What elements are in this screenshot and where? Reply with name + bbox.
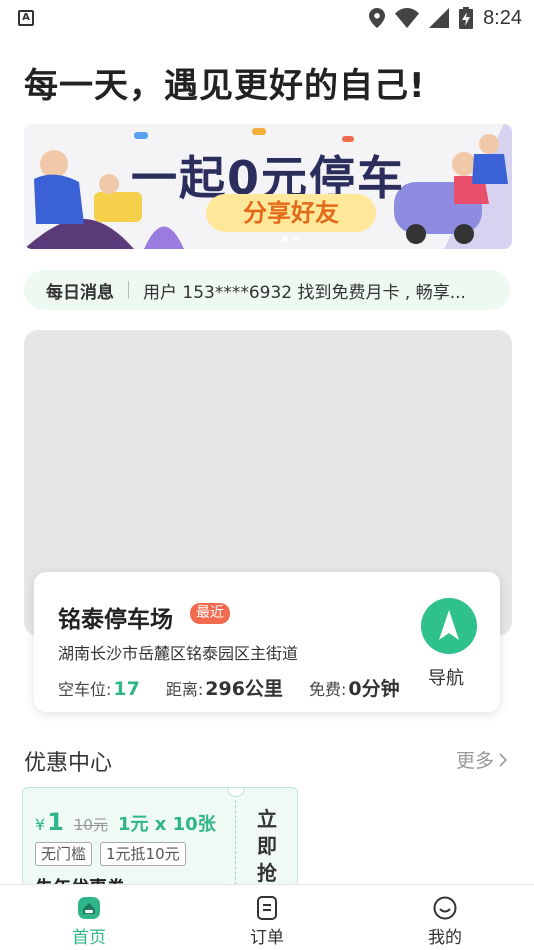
grab-coupon-button[interactable]: 立即抢 bbox=[257, 806, 277, 887]
parking-stats: 空车位: 17 距离: 296公里 免费: 0分钟 bbox=[58, 674, 426, 701]
coupon-tag: 1元抵10元 bbox=[100, 842, 186, 866]
daily-message-bar[interactable]: 每日消息 用户 153****6932 找到免费月卡 , 畅享... bbox=[24, 270, 510, 310]
banner-pagination bbox=[282, 236, 299, 242]
nearest-badge: 最近 bbox=[190, 603, 230, 624]
distance-label: 距离: bbox=[165, 680, 204, 699]
app-notification-icon: A bbox=[18, 10, 34, 26]
navigate-label[interactable]: 导航 bbox=[428, 664, 464, 690]
clock: 8:24 bbox=[483, 6, 522, 29]
more-link[interactable]: 更多 bbox=[456, 746, 508, 773]
tab-orders[interactable]: 订单 bbox=[178, 885, 356, 950]
coupon-card[interactable]: ¥ 1 10元 1元 x 10张 无门槛 1元抵10元 失年优惠券 立即抢 bbox=[22, 787, 298, 897]
coupon-divider bbox=[235, 800, 236, 896]
daily-message-label: 每日消息 bbox=[46, 282, 114, 303]
coupon-notch bbox=[227, 788, 245, 797]
banner-dot-active bbox=[282, 236, 288, 242]
app-screen: A 8:24 每一天，遇见更好的自己! 一起0元停车 分享好友 每日消息 用户 … bbox=[0, 0, 534, 950]
bottom-navigation: 首页 订单 我的 bbox=[0, 884, 534, 950]
coupon-original-price: 10元 bbox=[73, 816, 108, 834]
tab-profile[interactable]: 我的 bbox=[356, 885, 534, 950]
free-time-label: 免费: bbox=[308, 680, 347, 699]
parking-lot-card[interactable]: 铭泰停车场 最近 湖南长沙市岳麓区铭泰园区主街道 空车位: 17 距离: 296… bbox=[34, 572, 500, 712]
page-title: 每一天，遇见更好的自己! bbox=[24, 66, 426, 106]
tab-home-label: 首页 bbox=[72, 928, 106, 948]
coupon-tag: 无门槛 bbox=[35, 842, 93, 866]
banner-subtitle: 分享好友 bbox=[206, 194, 376, 232]
free-time-value: 0分钟 bbox=[348, 678, 400, 700]
coupon-tags: 无门槛 1元抵10元 bbox=[35, 842, 186, 866]
more-label: 更多 bbox=[455, 750, 494, 772]
navigation-arrow-icon bbox=[439, 610, 459, 640]
promo-banner[interactable]: 一起0元停车 分享好友 bbox=[24, 124, 512, 249]
location-icon bbox=[369, 8, 386, 28]
status-icons: 8:24 bbox=[369, 6, 522, 30]
coupon-price-value: 1 bbox=[47, 808, 64, 836]
chevron-right-icon bbox=[499, 752, 508, 767]
yen-symbol: ¥ bbox=[35, 815, 46, 834]
spaces-value: 17 bbox=[113, 678, 140, 700]
status-bar: A 8:24 bbox=[0, 0, 534, 36]
navigate-button[interactable] bbox=[421, 598, 477, 654]
spaces-label: 空车位: bbox=[58, 680, 112, 699]
order-icon bbox=[257, 896, 277, 920]
coupon-description: 1元 x 10张 bbox=[117, 814, 216, 835]
profile-icon bbox=[433, 896, 457, 920]
signal-icon bbox=[429, 8, 450, 28]
tab-profile-label: 我的 bbox=[428, 928, 462, 948]
coupon-price: ¥ 1 10元 1元 x 10张 bbox=[35, 808, 216, 836]
tab-orders-label: 订单 bbox=[250, 928, 284, 948]
parking-lot-address: 湖南长沙市岳麓区铭泰园区主街道 bbox=[58, 644, 299, 663]
distance-value: 296公里 bbox=[205, 678, 283, 700]
banner-dot bbox=[293, 236, 299, 242]
daily-message-text: 用户 153****6932 找到免费月卡 , 畅享... bbox=[143, 282, 466, 303]
parking-lot-name: 铭泰停车场 bbox=[58, 607, 173, 633]
discount-center-title: 优惠中心 bbox=[24, 751, 113, 776]
home-icon bbox=[78, 897, 100, 919]
tab-home[interactable]: 首页 bbox=[0, 885, 178, 950]
battery-charging-icon bbox=[459, 7, 474, 29]
daily-message-divider bbox=[128, 281, 129, 299]
wifi-icon bbox=[395, 8, 420, 28]
